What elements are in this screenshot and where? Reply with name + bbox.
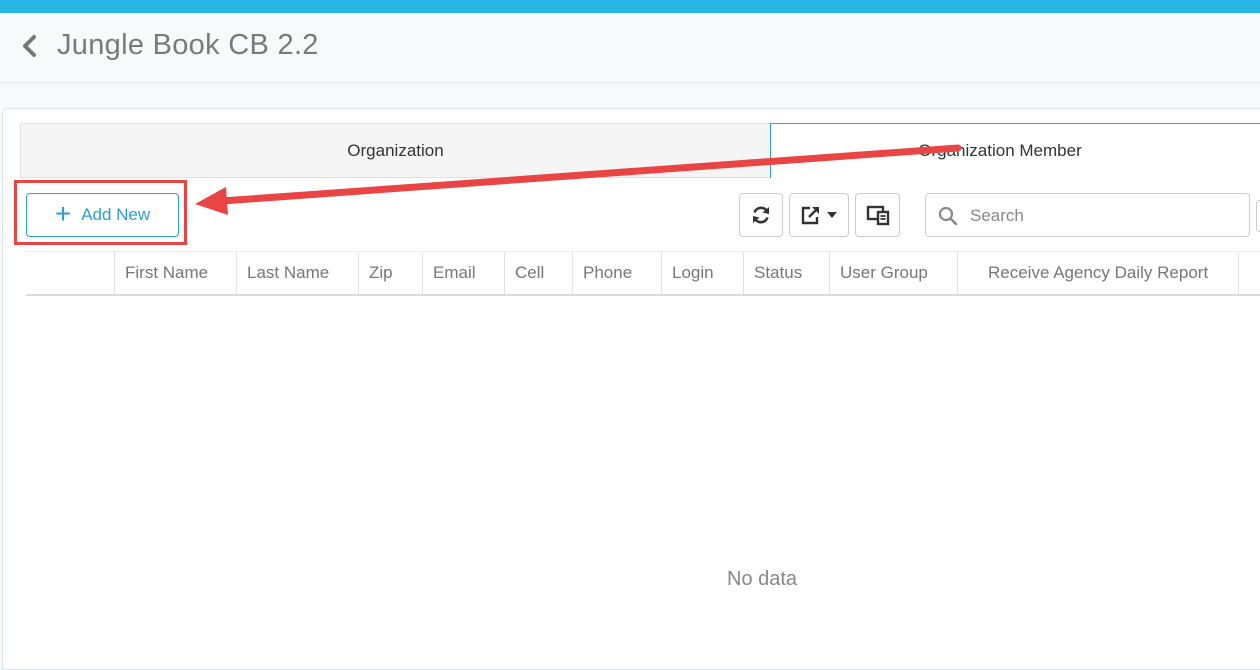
search-addon[interactable] [1256, 200, 1260, 232]
top-accent-bar [0, 0, 1260, 13]
tab-organization-member[interactable]: Organization Member [770, 123, 1260, 178]
column-header-zip[interactable]: Zip [358, 252, 422, 294]
column-header-user-group[interactable]: User Group [829, 252, 957, 294]
column-header-phone[interactable]: Phone [572, 252, 661, 294]
column-header-last-name[interactable]: Last Name [236, 252, 358, 294]
tab-label: Organization Member [918, 141, 1082, 160]
page-title: Jungle Book CB 2.2 [57, 29, 319, 61]
column-header-receive-agency-daily-report[interactable]: Receive Agency Daily Report [957, 252, 1238, 294]
tab-organization[interactable]: Organization [20, 123, 771, 178]
add-new-button[interactable]: + Add New [26, 193, 179, 237]
columns-icon [866, 205, 889, 226]
empty-table-message: No data [727, 568, 798, 590]
table-header: First Name Last Name Zip Email Cell Phon… [26, 251, 1260, 296]
plus-icon: + [54, 197, 72, 229]
page-header: Jungle Book CB 2.2 [0, 13, 1260, 83]
export-dropdown-button[interactable] [789, 193, 849, 237]
column-header-cell[interactable]: Cell [504, 252, 572, 294]
column-header-select [26, 252, 114, 294]
export-icon [801, 206, 819, 225]
search-input[interactable] [968, 202, 1242, 230]
search-icon [938, 206, 958, 226]
refresh-icon [753, 206, 769, 224]
columns-toggle-button[interactable] [855, 193, 900, 237]
chevron-left-icon[interactable] [18, 31, 42, 61]
add-new-label: Add New [81, 205, 151, 224]
column-header-email[interactable]: Email [422, 252, 504, 294]
column-header-login[interactable]: Login [661, 252, 743, 294]
column-header-first-name[interactable]: First Name [114, 252, 236, 294]
column-header-status[interactable]: Status [743, 252, 829, 294]
refresh-button[interactable] [739, 193, 783, 237]
caret-down-icon [827, 212, 837, 218]
tab-label: Organization [347, 140, 444, 160]
search-box[interactable] [925, 193, 1250, 237]
column-header-extra [1238, 252, 1260, 294]
